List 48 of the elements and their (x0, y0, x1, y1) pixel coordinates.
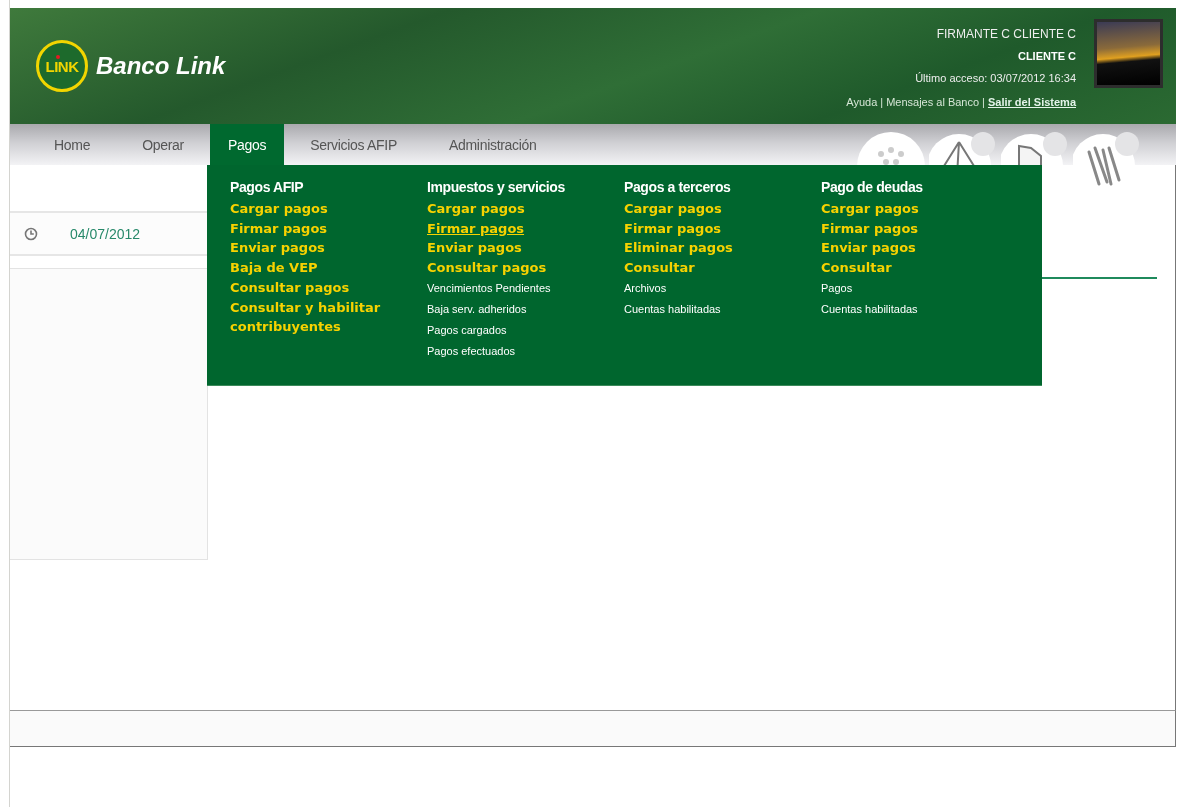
menu-link[interactable]: Consultar (821, 258, 892, 278)
photo-placeholder (1094, 19, 1163, 88)
menu-link[interactable]: Firmar pagos (427, 218, 525, 239)
nav-tab[interactable]: Administración (422, 124, 563, 165)
user-name: FIRMANTE C CLIENTE C (936, 27, 1076, 41)
client-name: CLIENTE C (1017, 50, 1076, 62)
menu-link[interactable]: Consultar y habilitar contribuyentes (230, 297, 400, 337)
menu-link[interactable]: Pagos efectuados (427, 340, 516, 362)
clock-icon (24, 226, 38, 241)
menu-link[interactable]: Baja serv. adheridos (427, 298, 527, 320)
menu-link[interactable]: Firmar pagos (230, 218, 328, 239)
menu-link[interactable]: Cuentas habilitadas (624, 298, 721, 320)
menu-link[interactable]: Consultar (624, 258, 695, 278)
menu-link[interactable]: Enviar pagos (230, 238, 325, 259)
last-access: Último acceso: 03/07/2012 16:34 (915, 72, 1076, 84)
nav-tab[interactable]: Home (28, 124, 117, 165)
date-text: 04/07/2012 (70, 225, 141, 242)
link-separator: | (880, 96, 884, 108)
nav-tab[interactable]: Operar (116, 124, 210, 165)
menu-link[interactable]: Consultar pagos (230, 277, 350, 298)
menu-link[interactable]: Vencimientos Pendientes (427, 277, 551, 299)
menu-link[interactable]: Cargar pagos (624, 199, 722, 219)
menu-link[interactable]: Pagos cargados (427, 319, 507, 341)
menu-link[interactable]: Firmar pagos (821, 218, 919, 239)
menu-link[interactable]: Pagos (821, 277, 853, 299)
menu-link[interactable]: Baja de VEP (230, 258, 318, 278)
link-separator: | (982, 96, 985, 108)
menu-link[interactable]: Eliminar pagos (624, 238, 733, 259)
nav-tab[interactable]: Servicios AFIP (284, 124, 423, 165)
menu-heading: Pago de deudas (821, 179, 923, 195)
menu-link[interactable]: Cargar pagos (427, 199, 525, 219)
menu-link[interactable]: Consultar pagos (427, 258, 547, 278)
bank-name: Banco Link (96, 52, 226, 80)
menu-heading: Impuestos y servicios (427, 179, 565, 195)
logo-badge: LINK (36, 40, 88, 92)
menu-link[interactable]: Cargar pagos (821, 199, 919, 219)
menu-heading: Pagos a terceros (624, 179, 731, 195)
header-link[interactable]: Mensajes al Banco (886, 96, 980, 108)
menu-heading: Pagos AFIP (230, 179, 304, 195)
header-link[interactable]: Ayuda (846, 96, 878, 108)
menu-link[interactable]: Archivos (624, 277, 667, 299)
nav-tab[interactable]: Pagos (209, 124, 285, 165)
menu-link[interactable]: Enviar pagos (821, 238, 916, 259)
menu-link[interactable]: Enviar pagos (427, 238, 522, 259)
menu-link[interactable]: Cuentas habilitadas (821, 298, 918, 320)
menu-link[interactable]: Cargar pagos (230, 199, 328, 219)
header-link[interactable]: Salir del Sistema (987, 96, 1076, 108)
menu-link[interactable]: Firmar pagos (624, 218, 722, 239)
